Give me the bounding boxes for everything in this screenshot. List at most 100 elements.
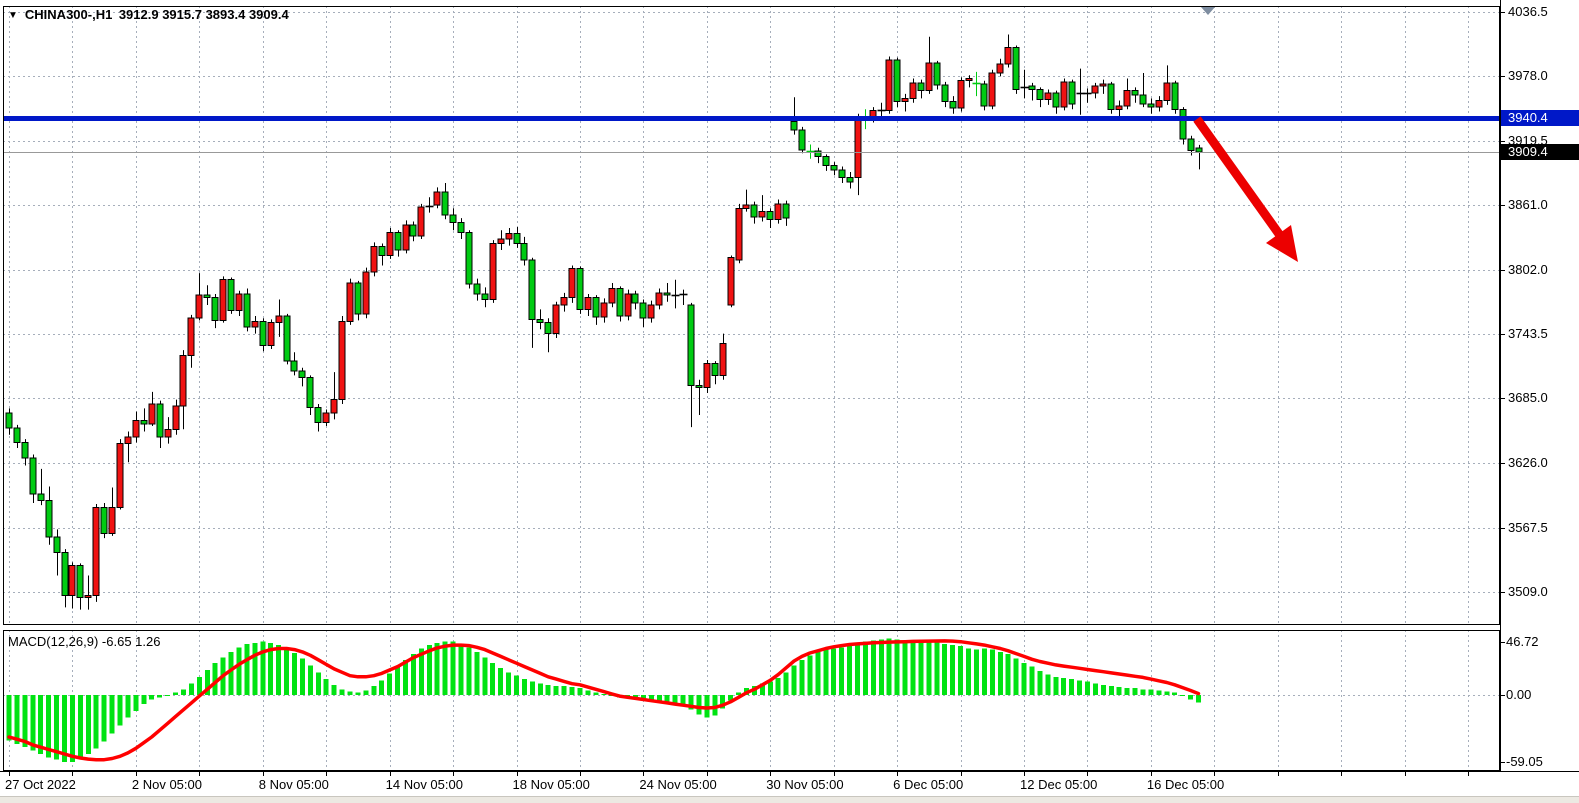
- candle-bull: [743, 205, 749, 208]
- macd-bar: [784, 672, 789, 695]
- candle-bear: [894, 60, 900, 102]
- macd-bar: [451, 642, 456, 695]
- candle-bull: [188, 318, 194, 355]
- macd-bar: [379, 680, 384, 695]
- resistance-line[interactable]: [3, 116, 1500, 121]
- candle-bull: [585, 297, 591, 309]
- candle-bear: [1053, 93, 1059, 107]
- candle-bear: [482, 294, 488, 299]
- price-tick-label: 3685.0: [1508, 390, 1548, 406]
- macd-bar: [14, 695, 19, 744]
- candle-bear: [632, 294, 638, 303]
- candle-bull: [418, 207, 424, 236]
- macd-bar: [776, 678, 781, 695]
- hline-price-tag[interactable]: 3940.4: [1501, 110, 1579, 126]
- macd-signal-line: [9, 641, 1199, 760]
- macd-bar: [118, 695, 123, 726]
- candle-bear: [30, 458, 36, 494]
- candle-bull: [165, 429, 171, 437]
- candle-bear: [1188, 139, 1194, 151]
- macd-tick-label: -59.05: [1506, 754, 1543, 770]
- shift-end-marker-icon[interactable]: [1201, 7, 1215, 15]
- candle-bear: [1180, 109, 1186, 139]
- main-chart-layer[interactable]: [3, 6, 1500, 625]
- macd-bar: [347, 692, 352, 695]
- candle-bull: [1116, 106, 1122, 109]
- macd-bar: [165, 695, 170, 696]
- candle-bull: [490, 243, 496, 299]
- macd-bar: [911, 643, 916, 695]
- macd-bar: [895, 639, 900, 695]
- candle-bear: [315, 407, 321, 422]
- candle-bull: [69, 566, 75, 596]
- trend-arrow[interactable]: [1197, 119, 1298, 262]
- candle-bear: [54, 537, 60, 552]
- candle-bear: [664, 293, 670, 295]
- candle-bear: [847, 177, 853, 181]
- macd-bar: [903, 642, 908, 695]
- candle-bear: [783, 204, 789, 218]
- candle-bear: [521, 243, 527, 259]
- candle-bull: [625, 294, 631, 316]
- macd-bar: [474, 652, 479, 695]
- symbol-dropdown-icon[interactable]: ▼: [8, 10, 18, 21]
- macd-bar: [950, 645, 955, 695]
- chart-canvas[interactable]: [0, 0, 1579, 803]
- candle-bear: [950, 102, 956, 109]
- candle-bear: [458, 223, 464, 233]
- window-bottom-strip: [0, 796, 1579, 803]
- macd-bar: [982, 648, 987, 695]
- macd-layer[interactable]: [3, 630, 1500, 771]
- candle-bull: [728, 258, 734, 305]
- macd-bar: [141, 695, 146, 704]
- macd-bar: [1006, 654, 1011, 695]
- price-tick-label: 3567.5: [1508, 520, 1548, 536]
- candle-bull: [855, 117, 861, 177]
- candle-bull: [276, 316, 282, 323]
- candle-bull: [133, 420, 139, 436]
- macd-bar: [1164, 692, 1169, 695]
- candle-bull: [736, 208, 742, 260]
- candle-bear: [1029, 86, 1035, 89]
- candle-bear: [593, 297, 599, 317]
- macd-bar: [78, 695, 83, 759]
- macd-bar: [918, 642, 923, 695]
- chart-title: ▼CHINA300-,H1 3912.9 3915.7 3893.4 3909.…: [8, 7, 289, 24]
- macd-tick-label: 46.72: [1506, 634, 1539, 650]
- macd-bar: [236, 647, 241, 695]
- macd-bar: [308, 666, 313, 695]
- macd-bar: [371, 686, 376, 695]
- macd-bar: [94, 695, 99, 748]
- candle-bull: [704, 363, 710, 387]
- macd-bar: [577, 688, 582, 695]
- candle-bull: [403, 225, 409, 250]
- macd-bar: [958, 646, 963, 695]
- macd-bar: [181, 689, 186, 695]
- candle-bear: [537, 319, 543, 322]
- macd-bar: [926, 641, 931, 695]
- candle-bear: [474, 284, 480, 294]
- candle-bear: [442, 192, 448, 215]
- candle-bear: [640, 303, 646, 318]
- candle-bull: [609, 289, 615, 303]
- candle-bear: [823, 157, 829, 166]
- macd-bar: [570, 687, 575, 695]
- candle-bear: [46, 501, 52, 537]
- candle-bear: [688, 305, 694, 385]
- macd-bar: [70, 695, 75, 762]
- candle-bear: [1108, 84, 1114, 109]
- candle-bear: [1148, 104, 1154, 107]
- macd-bar: [355, 693, 360, 695]
- chart-title-ohlc: 3912.9 3915.7 3893.4 3909.4: [119, 7, 289, 22]
- candle-bull: [886, 60, 892, 111]
- macd-bar: [443, 642, 448, 695]
- macd-bar: [466, 647, 471, 695]
- candle-bear: [696, 385, 702, 387]
- macd-bar: [498, 668, 503, 695]
- macd-bar: [1022, 663, 1027, 695]
- candle-bear: [981, 84, 987, 106]
- price-tick-label: 4036.5: [1508, 4, 1548, 20]
- candle-bear: [1069, 82, 1075, 104]
- candle-bear: [101, 507, 107, 533]
- candle-bear: [529, 260, 535, 319]
